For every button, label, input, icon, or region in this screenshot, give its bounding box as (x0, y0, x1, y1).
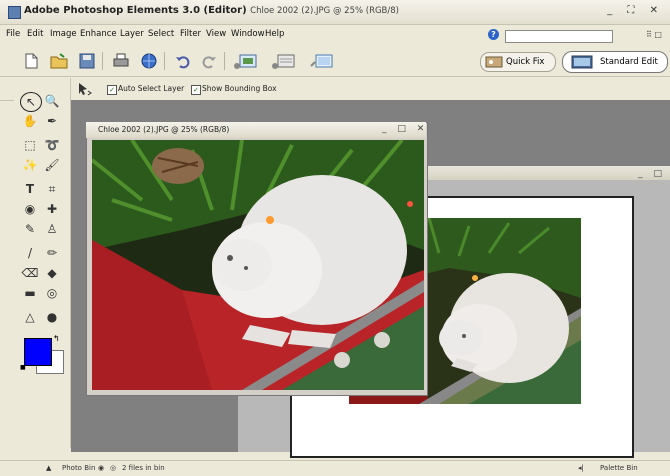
online-services-icon[interactable] (140, 52, 158, 70)
document-front-title: Chloe 2002 (2).JPG @ 25% (RGB/8) (98, 125, 230, 134)
window-controls[interactable]: _ ⛶ ✕ (607, 5, 664, 16)
crop-tool-icon[interactable]: ⌗ (42, 180, 62, 198)
blur-tool-icon[interactable]: △ (20, 308, 40, 326)
move-tool-icon[interactable]: ↖ (20, 92, 42, 112)
toolbox: ↖ 🔍 ✋ ✒ ⬚ ➰ ✨ 🖌 T ⌗ ◉ ✚ ✎ ♙ / ✏ ⌫ ◆ ▬ ◎ … (14, 78, 71, 448)
auto-select-layer-label: Auto Select Layer (118, 84, 185, 93)
menu-view[interactable]: View (206, 29, 226, 39)
menu-edit[interactable]: Edit (27, 29, 43, 39)
toolbar-separator (164, 52, 165, 70)
app-icon (8, 6, 21, 19)
default-colors-icon[interactable]: ■ (20, 364, 26, 371)
type-tool-icon[interactable]: T (20, 180, 40, 198)
brush-tool-icon[interactable]: / (20, 244, 40, 262)
create-icon[interactable] (308, 52, 334, 70)
marquee-tool-icon[interactable]: ⬚ (20, 136, 40, 154)
palette-bin-toggle-icon[interactable]: ◂| (578, 464, 584, 472)
swap-colors-icon[interactable]: ↰ (53, 334, 60, 343)
window-title: Adobe Photoshop Elements 3.0 (Editor) Ch… (24, 5, 399, 16)
hand-tool-icon[interactable]: ✋ (20, 112, 40, 130)
quick-fix-label: Quick Fix (506, 57, 545, 67)
move-tool-preset-icon[interactable] (76, 81, 92, 97)
menu-layer[interactable]: Layer (120, 29, 144, 39)
toolbar-separator (224, 52, 225, 70)
quick-fix-button[interactable]: Quick Fix (480, 52, 556, 72)
menu-image[interactable]: Image (50, 29, 77, 39)
document-name: Chloe 2002 (2).JPG @ 25% (RGB/8) (250, 6, 399, 16)
date-view-icon[interactable] (270, 52, 296, 70)
show-bounding-box-checkbox[interactable]: ✓ (191, 85, 201, 95)
paint-bucket-tool-icon[interactable]: ◆ (42, 264, 62, 282)
standard-edit-label: Standard Edit (600, 57, 658, 67)
undo-icon[interactable] (174, 52, 192, 70)
photo-bin-toggle-icon[interactable]: ▲ (46, 464, 51, 472)
eraser-tool-icon[interactable]: ⌫ (20, 264, 40, 282)
menu-select[interactable]: Select (148, 29, 174, 39)
menu-file[interactable]: File (6, 29, 20, 39)
eyedropper-tool-icon[interactable]: ✒ (42, 112, 62, 130)
standard-edit-button[interactable]: Standard Edit (562, 51, 668, 73)
palette-bin-label[interactable]: Palette Bin (600, 464, 638, 472)
auto-select-layer-checkbox[interactable]: ✓ (107, 85, 117, 95)
search-input[interactable] (505, 30, 613, 43)
gradient-tool-icon[interactable]: ▬ (20, 284, 40, 302)
clone-stamp-tool-icon[interactable]: ♙ (42, 220, 62, 238)
shape-tool-icon[interactable]: ◎ (42, 284, 62, 302)
save-icon[interactable] (78, 52, 96, 70)
lasso-tool-icon[interactable]: ➰ (42, 136, 62, 154)
app-name: Adobe Photoshop Elements 3.0 (Editor) (24, 5, 247, 16)
toolbar-separator (102, 52, 103, 70)
standard-edit-icon (571, 55, 593, 69)
redo-icon[interactable] (200, 52, 218, 70)
cat-photo-front (92, 140, 424, 390)
photo-bin-bar: ▲ Photo Bin ◉ ◎ 2 files in bin ◂| Palett… (0, 460, 670, 476)
photo-bin-label[interactable]: Photo Bin (62, 464, 95, 472)
selection-brush-tool-icon[interactable]: 🖌 (42, 156, 62, 174)
spot-healing-tool-icon[interactable]: ✎ (20, 220, 40, 238)
photo-browser-icon[interactable] (232, 52, 258, 70)
show-bounding-box-label: Show Bounding Box (202, 84, 277, 93)
previous-photo-icon[interactable]: ◉ (98, 464, 104, 472)
menu-window[interactable]: Window (231, 29, 265, 39)
foreground-color-swatch[interactable] (24, 338, 52, 366)
healing-brush-tool-icon[interactable]: ✚ (42, 200, 62, 218)
zoom-tool-icon[interactable]: 🔍 (42, 92, 62, 110)
help-icon[interactable]: ? (488, 29, 499, 40)
magic-wand-tool-icon[interactable]: ✨ (20, 156, 40, 174)
next-photo-icon[interactable]: ◎ (110, 464, 116, 472)
files-in-bin-count: 2 files in bin (122, 464, 165, 472)
menu-filter[interactable]: Filter (180, 29, 201, 39)
menu-help[interactable]: Help (265, 29, 284, 39)
options-bar: ✓ Auto Select Layer ✓ Show Bounding Box (0, 78, 670, 101)
quick-fix-icon (485, 56, 503, 68)
new-file-icon[interactable] (22, 52, 40, 70)
document-back-controls[interactable]: _ □ (638, 169, 666, 179)
open-folder-icon[interactable] (50, 52, 68, 70)
menu-enhance[interactable]: Enhance (80, 29, 117, 39)
print-icon[interactable] (112, 52, 130, 70)
red-eye-tool-icon[interactable]: ◉ (20, 200, 40, 218)
palette-options-icon[interactable]: ⠿ □ (646, 30, 662, 39)
pencil-tool-icon[interactable]: ✏ (42, 244, 62, 262)
document-front-controls[interactable]: _ □ ✕ (382, 124, 428, 134)
sponge-tool-icon[interactable]: ● (42, 308, 62, 326)
